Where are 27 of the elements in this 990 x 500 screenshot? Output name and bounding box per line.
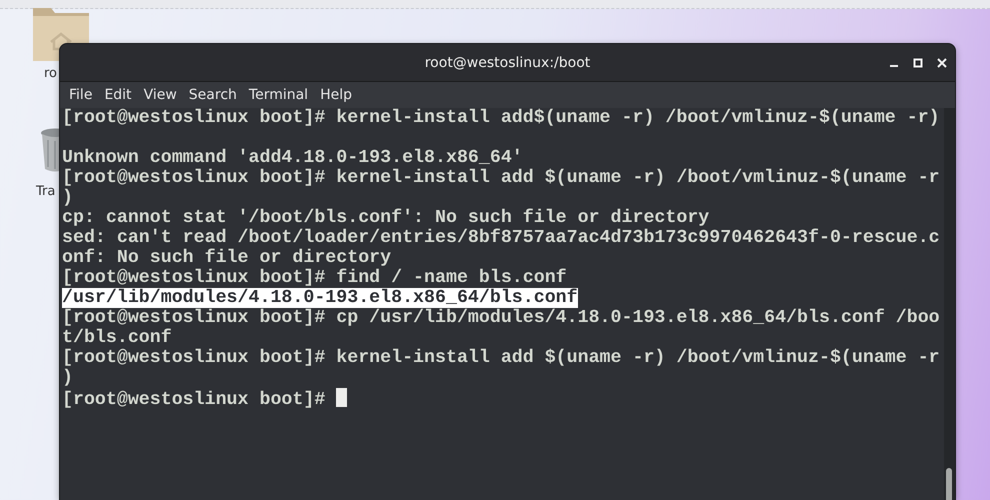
terminal-line: [root@westoslinux boot]# [62, 390, 326, 410]
window-title: root@westoslinux:/boot [424, 54, 590, 70]
terminal-line: [root@westoslinux boot]# find / -name bls.conf [62, 268, 567, 288]
terminal-line: ) [62, 188, 73, 208]
menu-item[interactable]: Terminal [242, 87, 314, 103]
terminal-line: [root@westoslinux boot]# cp /usr/lib/modules/4.18.0-193.el8.x86_64/bls.conf /boo [62, 308, 940, 328]
terminal-line: sed: can't read /boot/loader/entries/8bf8757aa7ac4d73b173c9970462643f-0-rescue.c [62, 228, 940, 248]
close-icon[interactable] [937, 58, 947, 68]
desktop-icon-label: ro [44, 66, 58, 81]
scrollbar[interactable] [944, 108, 955, 500]
terminal-line: [root@westoslinux boot]# kernel-install add $(uname -r) /boot/vmlinuz-$(uname -r [62, 168, 940, 188]
terminal-line: Unknown command 'add4.18.0-193.el8.x86_64' [62, 148, 523, 168]
scrollbar-thumb[interactable] [946, 468, 952, 500]
menu-item[interactable]: Search [182, 87, 243, 103]
menu-item[interactable]: File [63, 87, 98, 103]
terminal-line: [root@westoslinux boot]# kernel-install add $(uname -r) /boot/vmlinuz-$(uname -r [62, 348, 940, 368]
trash-icon[interactable] [40, 128, 59, 172]
menu-item[interactable]: Help [314, 87, 358, 103]
terminal-line: ) [62, 368, 73, 388]
desktop-icon-label: Tra [36, 184, 56, 199]
terminal-line: t/bls.conf [62, 328, 172, 348]
terminal-line: onf: No such file or directory [62, 248, 392, 268]
terminal-line: [root@westoslinux boot]# kernel-install add$(uname -r) /boot/vmlinuz-$(uname -r) [62, 108, 940, 128]
menu-item[interactable]: View [138, 87, 183, 103]
terminal-line: cp: cannot stat '/boot/bls.conf': No such file or directory [62, 208, 710, 228]
maximize-icon[interactable] [913, 58, 923, 68]
menu-item[interactable]: Edit [98, 87, 138, 103]
